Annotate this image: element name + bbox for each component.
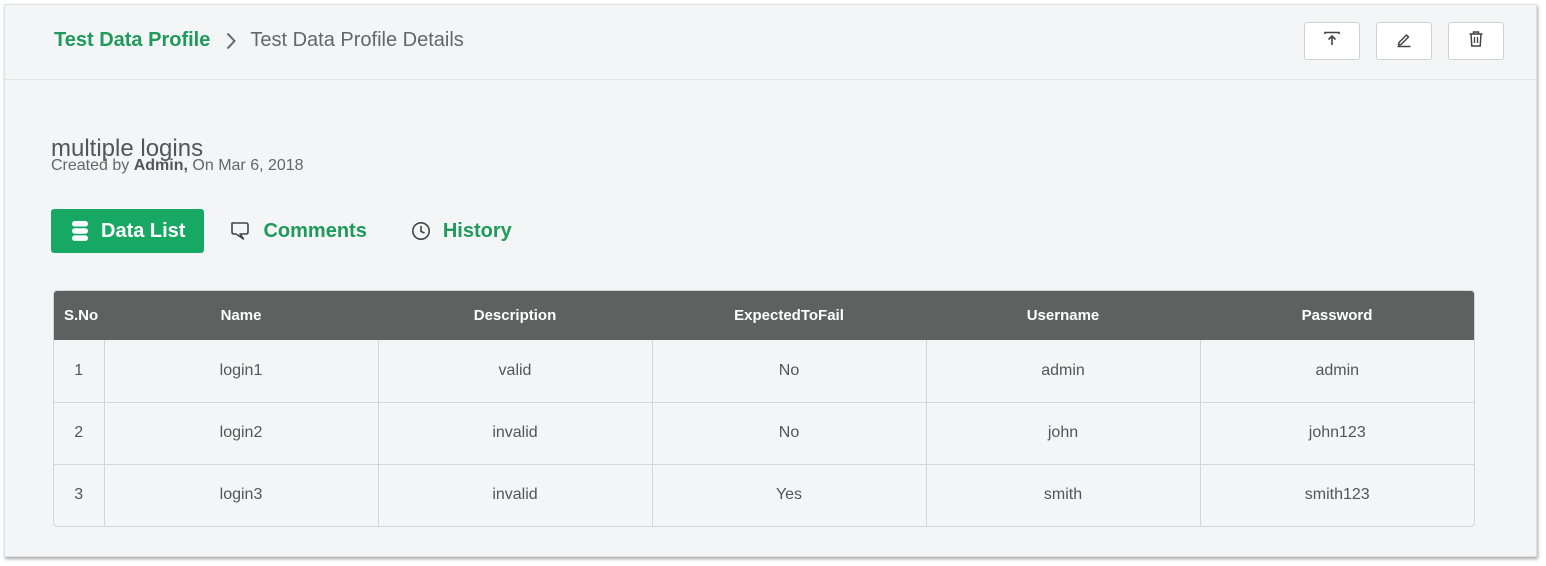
clock-icon	[411, 221, 431, 241]
table-row[interactable]: 1 login1 valid No admin admin	[54, 340, 1474, 402]
cell-username: john	[926, 401, 1201, 464]
tab-history[interactable]: History	[411, 209, 512, 253]
table-row[interactable]: 3 login3 invalid Yes smith smith123	[54, 463, 1474, 526]
created-by-label: Created by	[51, 157, 130, 174]
tab-data-list[interactable]: Data List	[51, 209, 205, 253]
upload-icon	[1323, 31, 1341, 52]
on-label: On	[192, 157, 214, 174]
author-name: Admin,	[133, 157, 188, 174]
top-bar: Test Data Profile Test Data Profile Deta…	[5, 5, 1536, 80]
export-button[interactable]	[1304, 22, 1360, 60]
chevron-right-icon	[226, 32, 237, 50]
column-header-expected-to-fail: ExpectedToFail	[734, 307, 844, 324]
data-table: S.No Name Description ExpectedToFail Use…	[53, 290, 1475, 527]
cell-password: john123	[1200, 401, 1474, 464]
trash-icon	[1468, 30, 1484, 53]
cell-name: login1	[104, 340, 379, 402]
cell-password: admin	[1315, 361, 1360, 379]
pencil-icon	[1395, 30, 1413, 53]
column-header-sno: S.No	[64, 307, 99, 324]
cell-password: smith123	[1200, 463, 1474, 526]
tab-comments-label: Comments	[263, 219, 367, 242]
tab-data-list-label: Data List	[101, 219, 186, 242]
edit-button[interactable]	[1376, 22, 1432, 60]
cell-username: smith	[926, 463, 1201, 526]
cell-name: login2	[104, 401, 379, 464]
cell-expected-to-fail: No	[652, 340, 927, 402]
cell-description: invalid	[378, 401, 653, 464]
cell-description: invalid	[378, 463, 653, 526]
delete-button[interactable]	[1448, 22, 1504, 60]
created-info: Created by Admin, On Mar 6, 2018	[51, 157, 304, 175]
table-row[interactable]: 2 login2 invalid No john john123	[54, 401, 1474, 464]
cell-username: admin	[926, 340, 1201, 402]
toolbar-actions	[1304, 22, 1504, 60]
comment-icon	[229, 220, 251, 242]
cell-name: login3	[104, 463, 379, 526]
page-container: Test Data Profile Test Data Profile Deta…	[4, 4, 1537, 557]
column-header-description: Description	[473, 307, 557, 324]
cell-expected-to-fail: Yes	[652, 463, 927, 526]
tab-comments[interactable]: Comments	[229, 209, 367, 253]
cell-sno: 1	[54, 340, 105, 402]
column-header-username: Username	[1026, 307, 1100, 324]
cell-sno: 3	[54, 463, 105, 526]
column-header-password: Password	[1301, 307, 1373, 324]
cell-expected-to-fail: No	[652, 401, 927, 464]
cell-description: valid	[378, 340, 653, 402]
breadcrumb-test-data-profile-link[interactable]: Test Data Profile	[54, 29, 210, 52]
breadcrumb: Test Data Profile Test Data Profile Deta…	[54, 29, 464, 52]
tab-bar: Data List Comments History	[51, 209, 512, 253]
table-header-row: S.No Name Description ExpectedToFail Use…	[54, 291, 1474, 340]
cell-sno: 2	[54, 401, 105, 464]
tab-history-label: History	[442, 219, 512, 242]
breadcrumb-current: Test Data Profile Details	[250, 29, 464, 51]
column-header-name: Name	[220, 307, 262, 324]
database-icon	[71, 220, 89, 242]
created-date: Mar 6, 2018	[218, 157, 304, 174]
